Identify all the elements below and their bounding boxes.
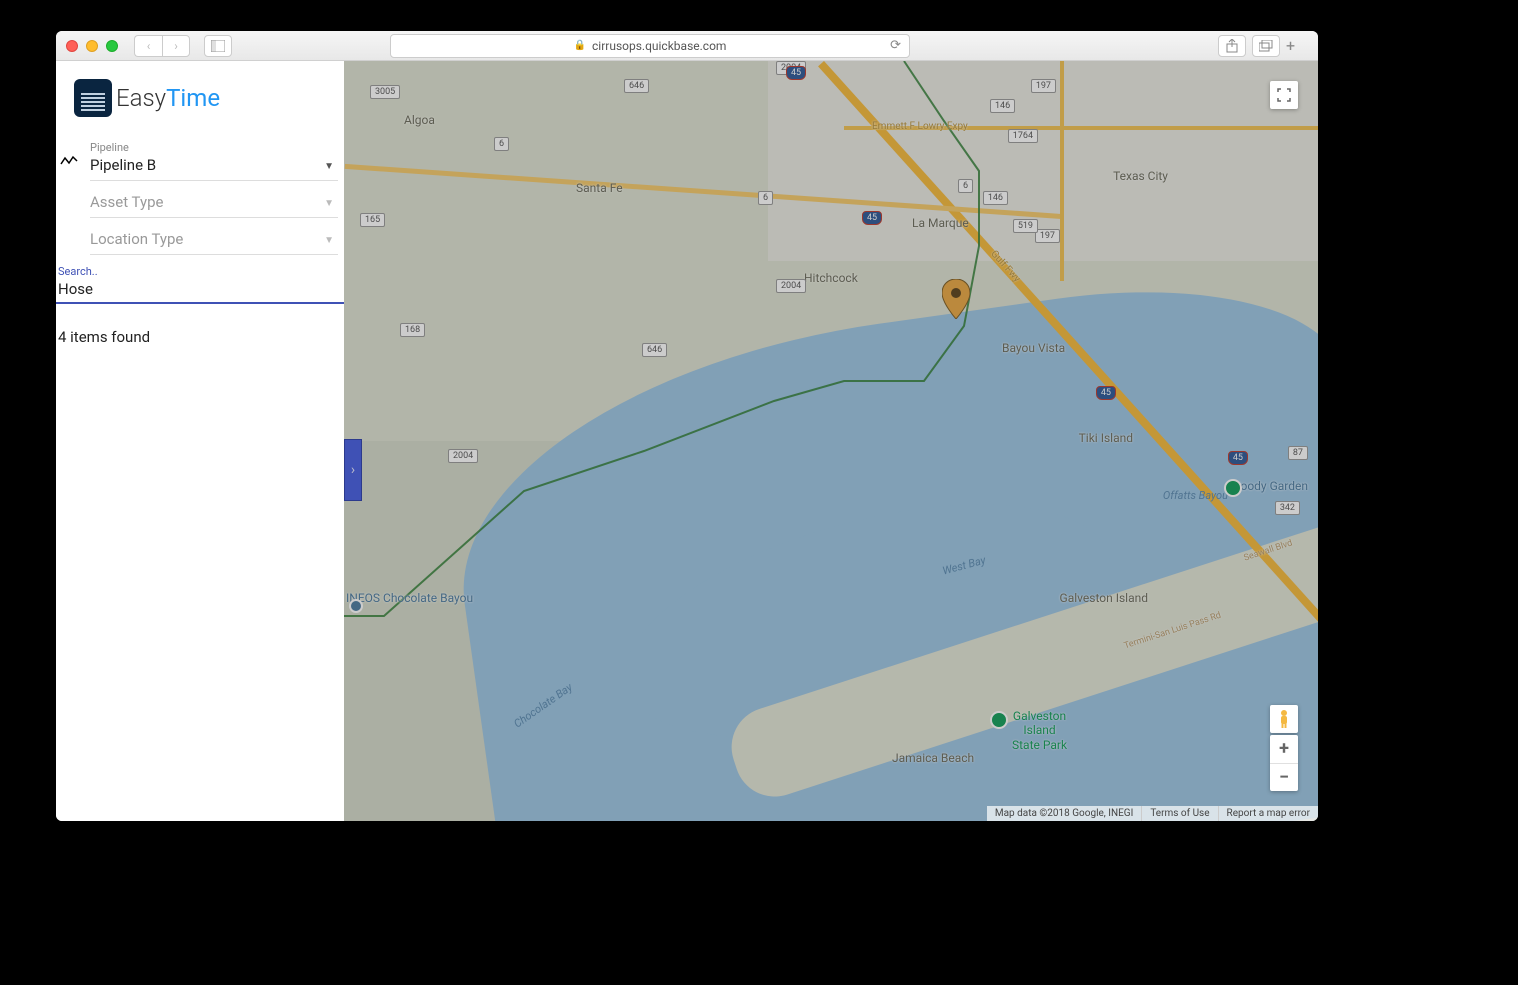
new-tab-button[interactable]: + — [1286, 36, 1308, 55]
logo-brand-2: Time — [166, 84, 220, 112]
park-poi-icon[interactable] — [990, 711, 1008, 729]
asset-type-filter[interactable]: Asset Type ▼ — [56, 187, 344, 224]
pipeline-value: Pipeline B — [90, 156, 338, 176]
pipeline-label: Pipeline — [90, 141, 338, 154]
address-bar[interactable]: 🔒 cirrusops.quickbase.com ⟳ — [390, 34, 910, 58]
label-bayou-vista: Bayou Vista — [1002, 341, 1065, 355]
shield-6c: 6 — [958, 179, 973, 193]
label-santa-fe: Santa Fe — [576, 181, 623, 195]
pipeline-filter[interactable]: Pipeline Pipeline B ▼ — [56, 135, 344, 187]
shield-i45d: 45 — [1228, 451, 1248, 465]
back-button[interactable]: ‹ — [134, 35, 162, 57]
label-texas-city: Texas City — [1113, 169, 1168, 183]
location-type-placeholder: Location Type — [90, 230, 338, 250]
search-value: Hose — [58, 280, 342, 298]
logo-icon — [74, 79, 112, 117]
nav-button-group: ‹ › — [134, 35, 190, 57]
label-la-marque: La Marque — [912, 216, 969, 230]
shield-3005: 3005 — [370, 85, 400, 99]
share-button[interactable] — [1218, 35, 1246, 57]
chevron-down-icon: ▼ — [324, 198, 334, 209]
label-tiki: Tiki Island — [1079, 431, 1133, 445]
pegman-icon — [1277, 709, 1291, 729]
shield-197b: 197 — [1035, 229, 1060, 243]
url-text: cirrusops.quickbase.com — [592, 39, 726, 53]
shield-87: 87 — [1288, 446, 1308, 460]
shield-2004c: 2004 — [448, 449, 478, 463]
attribution-report[interactable]: Report a map error — [1218, 806, 1318, 821]
asset-type-placeholder: Asset Type — [90, 193, 338, 213]
logo-brand-1: Easy — [116, 84, 166, 112]
label-jamaica-beach: Jamaica Beach — [892, 751, 974, 765]
label-lowry-expy: Emmett F Lowry Expy — [872, 121, 968, 132]
label-state-park: GalvestonIslandState Park — [1012, 709, 1067, 752]
collapse-sidebar-button[interactable]: › — [344, 439, 362, 501]
zoom-in-button[interactable]: + — [1270, 735, 1298, 764]
asset-type-field[interactable]: Asset Type ▼ — [90, 193, 338, 218]
attribution-terms[interactable]: Terms of Use — [1141, 806, 1217, 821]
moody-poi-icon[interactable] — [1224, 479, 1242, 497]
shield-i45: 45 — [786, 66, 806, 80]
shield-168: 168 — [400, 323, 425, 337]
search-input[interactable]: Hose — [56, 278, 344, 304]
results-count: 4 items found — [56, 304, 344, 370]
road-197 — [1060, 61, 1064, 281]
sidebar-toggle-button[interactable] — [204, 35, 232, 57]
attribution-data: Map data ©2018 Google, INEGI — [987, 806, 1141, 821]
shield-i45c: 45 — [1096, 386, 1116, 400]
map-viewport[interactable]: Algoa Santa Fe La Marque Texas City Hitc… — [344, 61, 1318, 821]
shield-165: 165 — [360, 213, 385, 227]
zoom-out-button[interactable]: − — [1270, 764, 1298, 792]
chevron-down-icon: ▼ — [324, 235, 334, 246]
shield-197: 197 — [1031, 79, 1056, 93]
browser-window: ‹ › 🔒 cirrusops.quickbase.com ⟳ + — [56, 31, 1318, 821]
pipeline-field[interactable]: Pipeline Pipeline B ▼ — [90, 141, 338, 181]
toolbar-right: + — [1218, 35, 1308, 57]
sidebar: EasyTime Pipeline Pipeline B ▼ Asset Typ… — [56, 61, 344, 821]
shield-2004b: 2004 — [776, 279, 806, 293]
label-offatts: Offatts Bayou — [1163, 489, 1228, 502]
app-logo: EasyTime — [56, 71, 344, 135]
titlebar: ‹ › 🔒 cirrusops.quickbase.com ⟳ + — [56, 31, 1318, 61]
label-galveston-island: Galveston Island — [1060, 591, 1148, 605]
shield-146: 146 — [983, 191, 1008, 205]
search-label: Search.. — [56, 265, 344, 278]
window-controls — [66, 40, 118, 52]
pipeline-icon — [58, 155, 80, 167]
shield-646: 646 — [624, 79, 649, 93]
zoom-controls: + − — [1270, 735, 1298, 791]
close-window-button[interactable] — [66, 40, 78, 52]
forward-button[interactable]: › — [162, 35, 190, 57]
label-hitchcock: Hitchcock — [804, 271, 858, 285]
tabs-button[interactable] — [1252, 35, 1280, 57]
logo-text: EasyTime — [116, 84, 220, 112]
fullscreen-button[interactable] — [1270, 81, 1298, 109]
label-algoa: Algoa — [404, 113, 435, 127]
maximize-window-button[interactable] — [106, 40, 118, 52]
shield-i45b: 45 — [862, 211, 882, 225]
label-ineos: INEOS Chocolate Bayou — [346, 591, 473, 605]
shield-6: 6 — [494, 137, 509, 151]
shield-519: 519 — [1013, 219, 1038, 233]
minimize-window-button[interactable] — [86, 40, 98, 52]
map-attribution: Map data ©2018 Google, INEGI Terms of Us… — [987, 806, 1318, 821]
ineos-poi-icon[interactable] — [349, 599, 363, 613]
shield-646b: 646 — [642, 343, 667, 357]
content: EasyTime Pipeline Pipeline B ▼ Asset Typ… — [56, 61, 1318, 821]
streetview-button[interactable] — [1270, 705, 1298, 733]
shield-146b: 146 — [990, 99, 1015, 113]
location-type-field[interactable]: Location Type ▼ — [90, 230, 338, 255]
chevron-down-icon: ▼ — [324, 161, 334, 172]
map-marker[interactable] — [942, 279, 970, 319]
shield-1764: 1764 — [1008, 129, 1038, 143]
shield-6b: 6 — [758, 191, 773, 205]
reload-icon[interactable]: ⟳ — [890, 38, 901, 53]
search-section: Search.. Hose — [56, 261, 344, 304]
shield-342: 342 — [1275, 501, 1300, 515]
location-type-filter[interactable]: Location Type ▼ — [56, 224, 344, 261]
lock-icon: 🔒 — [574, 40, 586, 51]
